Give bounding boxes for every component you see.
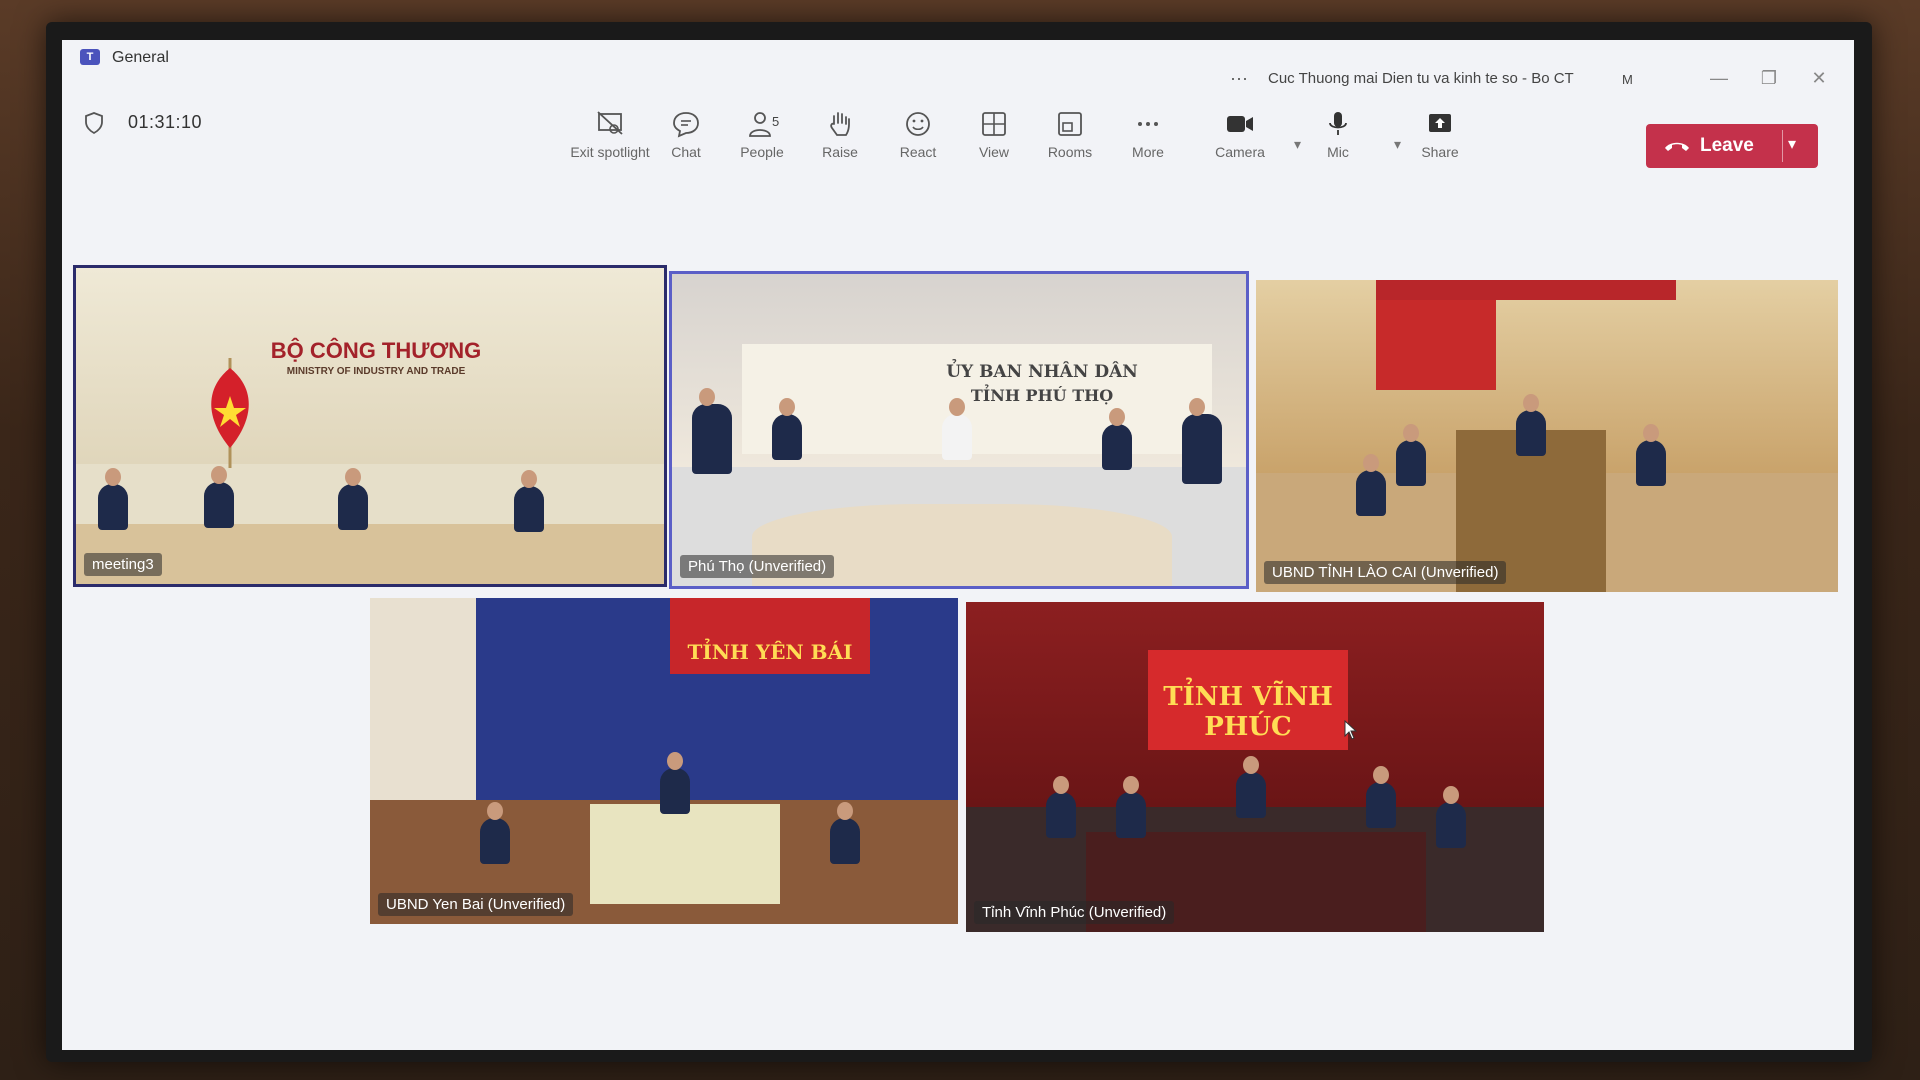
participant-figure [1636, 424, 1666, 486]
participant-figure [480, 802, 510, 864]
microphone-icon [1329, 112, 1347, 135]
leave-button[interactable]: Leave ▾ [1646, 124, 1818, 168]
participant-figure [1236, 756, 1266, 818]
video-tile-yen-bai[interactable]: TỈNH YÊN BÁI UBND Yen Bai (Unverified) [370, 598, 958, 924]
restore-button[interactable]: ❐ [1754, 68, 1784, 89]
participant-figure [1396, 424, 1426, 486]
more-options-icon[interactable]: ··· [1230, 68, 1248, 89]
camera-icon [1227, 116, 1253, 132]
tile-name-label: UBND TỈNH LÀO CAI (Unverified) [1264, 561, 1507, 584]
leave-options-chevron-icon[interactable]: ▾ [1788, 134, 1796, 154]
mic-button[interactable]: Mic [1290, 110, 1386, 160]
video-tile-lao-cai[interactable]: UBND TỈNH LÀO CAI (Unverified) [1256, 280, 1838, 592]
vietnam-flag-icon [211, 358, 249, 468]
participant-figure [1516, 394, 1546, 456]
participant-figure [98, 468, 128, 530]
video-tile-phu-tho[interactable]: ỦY BAN NHÂN DÂN TỈNH PHÚ THỌ Phú Thọ (Un… [669, 271, 1249, 589]
close-button[interactable]: ✕ [1804, 68, 1834, 89]
tile-banner: BỘ CÔNG THƯƠNG [270, 338, 482, 363]
conference-table [76, 524, 664, 584]
tile-top-banner [1376, 280, 1676, 300]
participant-figure [692, 388, 732, 474]
breakout-rooms-icon [1058, 112, 1082, 136]
more-dots-icon [1138, 122, 1158, 126]
leave-label: Leave [1700, 135, 1754, 156]
tile-name-label: UBND Yen Bai (Unverified) [378, 893, 574, 916]
shield-icon [85, 112, 103, 134]
raise-hand-icon [830, 112, 850, 136]
tile-banner-subtitle: MINISTRY OF INDUSTRY AND TRADE [286, 366, 466, 377]
participant-figure [1356, 454, 1386, 516]
share-screen-icon [1429, 114, 1451, 132]
meeting-timer: 01:31:10 [128, 112, 203, 132]
share-label: Share [1421, 144, 1459, 160]
more-button[interactable]: More [1100, 110, 1196, 160]
participant-figure [338, 468, 368, 530]
people-count: 5 [772, 114, 780, 129]
tile-name-label: meeting3 [84, 553, 162, 576]
participant-figure [1436, 786, 1466, 848]
participant-figure [830, 802, 860, 864]
more-label: More [1132, 144, 1164, 160]
tile-banner: TỈNH YÊN BÁI [687, 640, 853, 664]
participant-figure [660, 752, 690, 814]
teams-logo-icon: T [80, 49, 100, 65]
user-initial[interactable]: M [1622, 72, 1633, 87]
participant-figure [942, 398, 972, 460]
participant-figure [1366, 766, 1396, 828]
tile-banner: TỈNH VĨNH PHÚC [1163, 682, 1333, 742]
hang-up-icon [1665, 142, 1689, 151]
tile-name-label: Tỉnh Vĩnh Phúc (Unverified) [974, 901, 1175, 924]
participant-figure [1116, 776, 1146, 838]
teams-meeting-window: T General ··· Cuc Thuong mai Dien tu va … [62, 40, 1854, 1050]
exit-spotlight-icon [597, 111, 623, 135]
leave-separator [1782, 130, 1783, 162]
participant-figure [1046, 776, 1076, 838]
tile-banner: ỦY BAN NHÂN DÂN [946, 362, 1138, 382]
participant-figure [1102, 408, 1132, 470]
conference-table [590, 804, 780, 904]
camera-label: Camera [1215, 144, 1265, 160]
tile-name-label: Phú Thọ (Unverified) [680, 555, 835, 578]
participant-figure [204, 466, 234, 528]
window-title: General [112, 49, 169, 66]
grid-view-icon [982, 112, 1006, 136]
meeting-name: Cuc Thuong mai Dien tu va kinh te so - B… [1268, 70, 1574, 87]
video-tile-vinh-phuc[interactable]: TỈNH VĨNH PHÚC Tỉnh Vĩnh Phúc (Unverifie… [966, 602, 1544, 932]
tile-flag-panel [1376, 300, 1496, 390]
mouse-cursor-icon [1344, 720, 1358, 740]
camera-button[interactable]: Camera [1192, 110, 1288, 160]
share-button[interactable]: Share [1392, 110, 1488, 160]
smiley-icon [906, 112, 930, 136]
title-bar: T General [62, 40, 1854, 74]
video-tile-meeting3[interactable]: BỘ CÔNG THƯƠNG MINISTRY OF INDUSTRY AND … [73, 265, 667, 587]
participant-figure [514, 470, 544, 532]
mic-label: Mic [1327, 144, 1349, 160]
chat-icon [673, 112, 699, 138]
minimize-button[interactable]: — [1704, 68, 1734, 89]
participant-figure [1182, 398, 1222, 484]
participant-figure [772, 398, 802, 460]
